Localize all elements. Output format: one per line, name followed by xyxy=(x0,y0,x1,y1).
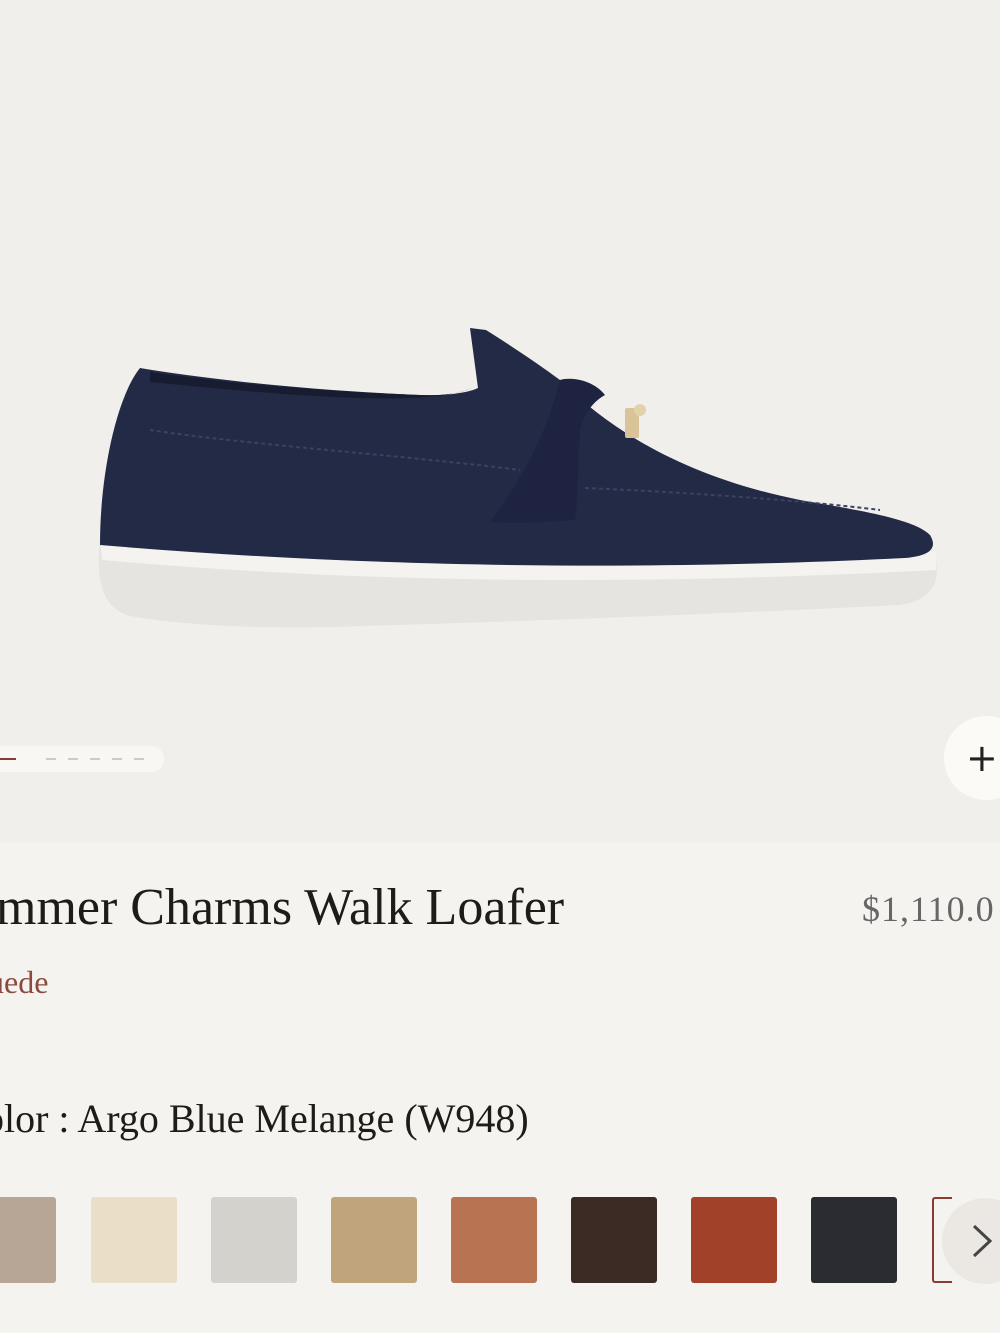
color-swatch[interactable] xyxy=(211,1197,297,1283)
color-swatch[interactable] xyxy=(91,1197,177,1283)
carousel-dot[interactable] xyxy=(46,758,56,760)
plus-icon: + xyxy=(966,736,998,780)
carousel-dot-active[interactable] xyxy=(0,758,16,760)
color-swatch[interactable] xyxy=(691,1197,777,1283)
color-swatch[interactable] xyxy=(451,1197,537,1283)
color-swatch[interactable] xyxy=(331,1197,417,1283)
product-title: ummer Charms Walk Loafer xyxy=(0,879,565,936)
color-swatch[interactable] xyxy=(571,1197,657,1283)
product-material: uede xyxy=(0,964,49,1000)
carousel-dot[interactable] xyxy=(134,758,144,760)
color-swatch[interactable] xyxy=(811,1197,897,1283)
carousel-dot[interactable] xyxy=(68,758,78,760)
chevron-right-icon xyxy=(972,1224,993,1258)
carousel-dot[interactable] xyxy=(90,758,100,760)
color-swatch[interactable] xyxy=(0,1197,56,1283)
selected-color-label: olor : Argo Blue Melange (W948) xyxy=(0,1096,529,1141)
product-price: $1,110.0 xyxy=(862,889,995,929)
carousel-dot[interactable] xyxy=(112,758,122,760)
product-image xyxy=(98,328,937,628)
image-carousel-indicator[interactable] xyxy=(0,746,164,772)
product-image-gallery[interactable]: + xyxy=(0,0,1000,843)
